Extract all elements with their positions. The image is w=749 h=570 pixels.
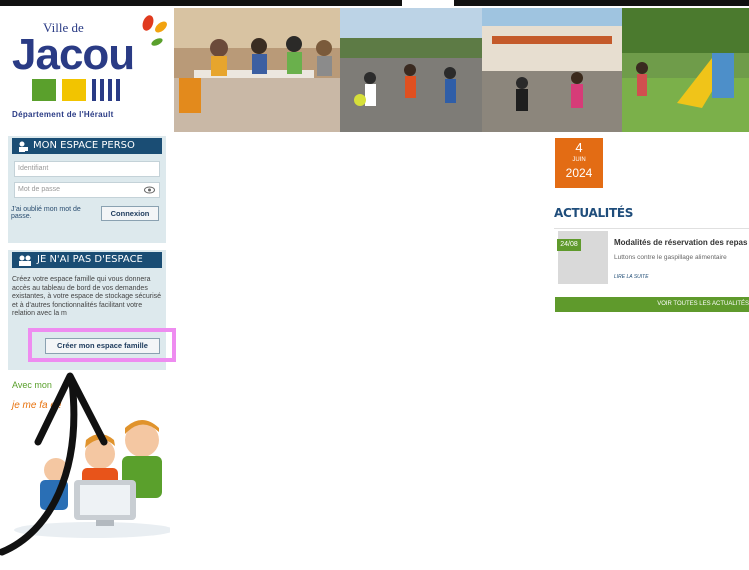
banner-photo-garden (622, 8, 749, 132)
logo-department: Département de l'Hérault (12, 110, 114, 119)
logo-color-bars (32, 79, 132, 101)
top-bar-gap (402, 0, 454, 6)
banner-photo-playground (340, 8, 482, 132)
eye-icon[interactable] (144, 186, 155, 194)
all-news-button[interactable]: VOIR TOUTES LES ACTUALITÉS (555, 297, 749, 312)
site-logo[interactable]: Ville de Jacou Département de l'Hérault (8, 10, 168, 125)
username-input[interactable]: Identifiant (14, 161, 160, 177)
highlight-box (28, 328, 176, 362)
news-read-more-link[interactable]: LIRE LA SUITE (614, 274, 649, 280)
banner-photo-schoolyard (482, 8, 622, 132)
users-icon (19, 255, 31, 266)
news-section-title: ACTUALITÉS (554, 206, 634, 220)
forgot-password-link[interactable]: J'ai oublié mon mot de passe. (11, 206, 93, 220)
leaves-icon (142, 15, 167, 46)
login-panel-header: MON ESPACE PERSO (12, 138, 162, 154)
date-month: JUIN (572, 157, 586, 163)
banner-photo-canteen (174, 8, 340, 132)
password-input[interactable]: Mot de passe (14, 182, 160, 198)
user-lock-icon (19, 141, 28, 152)
news-headline[interactable]: Modalités de réservation des repas (614, 238, 747, 247)
date-year: 2024 (565, 166, 593, 180)
news-date-badge: 24/08 (557, 239, 581, 251)
password-placeholder: Mot de passe (18, 186, 61, 193)
signup-description: Créez votre espace famille qui vous donn… (12, 276, 162, 317)
date-day: 4 (575, 140, 583, 155)
arrow-annotation-icon (0, 372, 108, 556)
signup-panel-header: JE N'AI PAS D'ESPACE (12, 252, 162, 268)
news-summary: Luttons contre le gaspillage alimentaire (614, 254, 727, 261)
login-panel-title: MON ESPACE PERSO (33, 140, 135, 151)
signup-panel-title: JE N'AI PAS D'ESPACE (37, 254, 143, 265)
login-button[interactable]: Connexion (101, 206, 159, 221)
logo-name: Jacou (12, 30, 135, 79)
login-panel: MON ESPACE PERSO Identifiant Mot de pass… (8, 136, 166, 243)
date-block: 4 JUIN 2024 (555, 138, 603, 188)
top-bar (0, 0, 749, 6)
